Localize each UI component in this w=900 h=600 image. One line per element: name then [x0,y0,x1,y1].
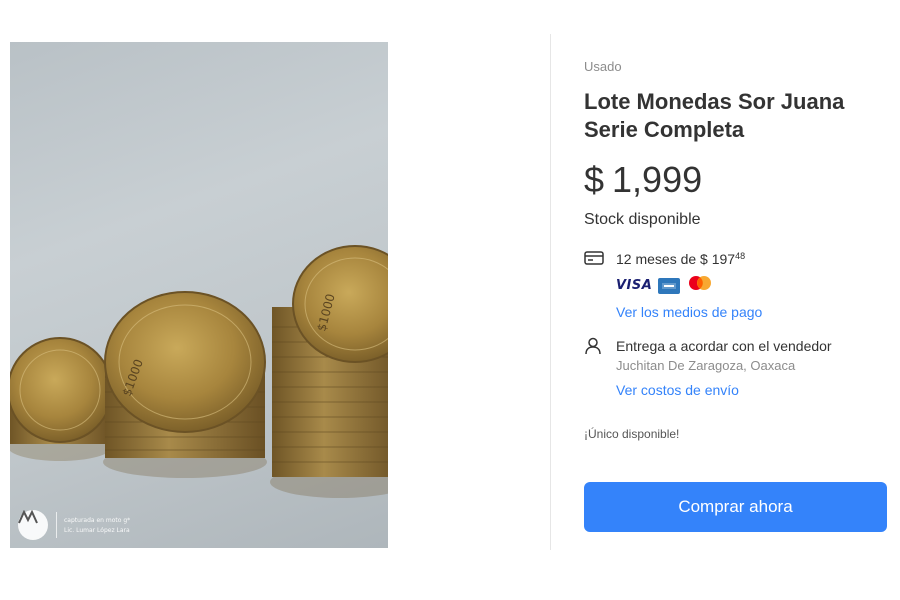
stock-status: Stock disponible [584,211,701,228]
visa-icon: VISA [616,278,653,293]
price-value: 1,999 [612,159,703,200]
availability-note: ¡Único disponible! [584,427,680,441]
buy-now-button[interactable]: Comprar ahora [584,482,887,532]
product-title: Lote Monedas Sor Juana Serie Completa [584,89,845,142]
installments-text: 12 meses de $ 197 [616,251,736,267]
person-icon [584,337,606,357]
installments-info: 12 meses de $ 19748 [616,250,888,268]
watermark-line-1: capturada en moto g* [64,517,131,524]
delivery-title: Entrega a acordar con el vendedor [616,338,832,354]
payment-cards: VISA [616,274,888,297]
delivery-location: Juchitan De Zaragoza, Oaxaca [616,358,796,373]
price-currency-symbol: $ [584,159,605,200]
product-condition: Usado [584,59,622,74]
shipping-costs-link[interactable]: Ver costos de envío [616,381,888,399]
column-divider [550,34,551,550]
delivery-section: Entrega a acordar con el vendedor Juchit… [584,337,888,399]
product-photo[interactable]: $1000 $1000 capturada en moto g* Lic. Lu… [10,42,388,548]
payment-methods-link[interactable]: Ver los medios de pago [616,303,888,321]
mastercard-icon [686,274,714,297]
camera-brand-logo [18,510,48,540]
watermark-line-2: Lic. Lumar López Lara [64,527,130,534]
payment-section: 12 meses de $ 19748 VISA Ver los medios … [584,250,888,321]
product-price: $ 1,999 [584,158,888,202]
watermark-divider [56,512,57,538]
photo-watermark: capturada en moto g* Lic. Lumar López La… [64,516,130,536]
product-info-panel: Usado Lote Monedas Sor Juana Serie Compl… [584,58,888,441]
credit-card-icon [584,250,606,270]
coins-image: $1000 $1000 [10,245,388,498]
product-page: $1000 $1000 capturada en moto g* Lic. Lu… [0,0,900,600]
installments-cents: 48 [735,251,746,261]
amex-icon [658,277,681,294]
